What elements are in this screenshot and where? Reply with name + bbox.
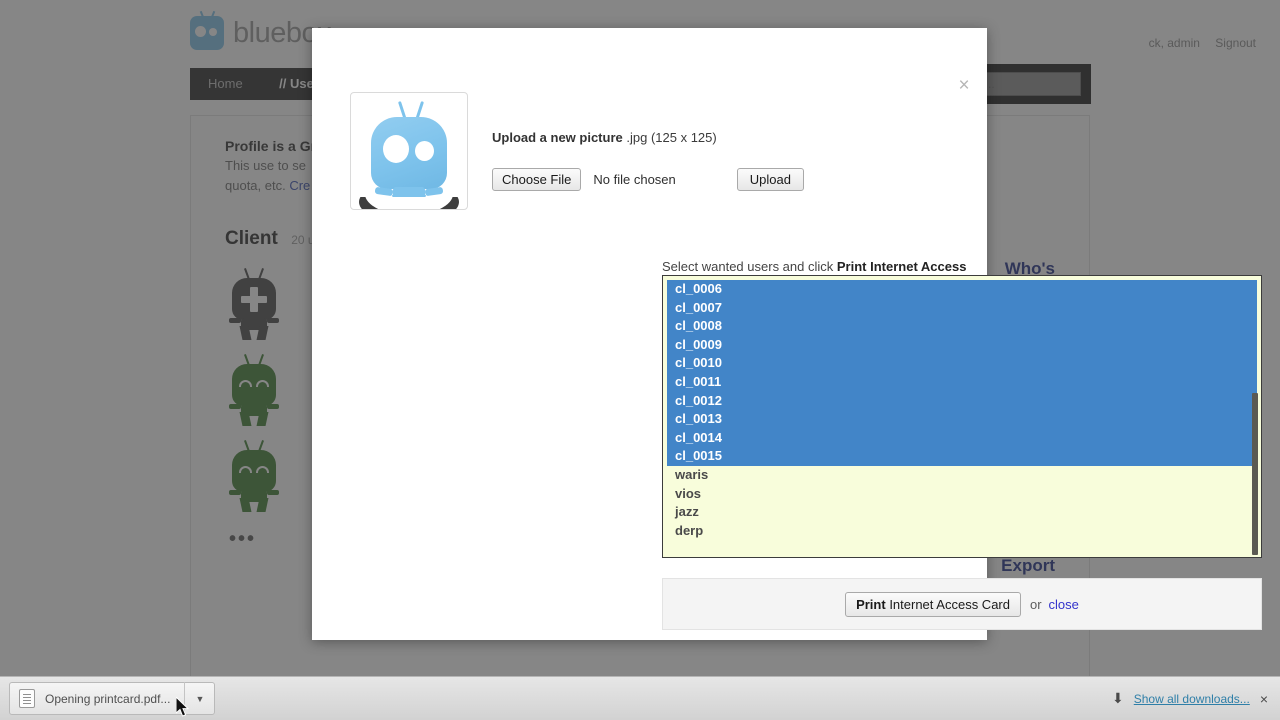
upload-title: Upload a new picture .jpg (125 x 125) [492,130,804,145]
list-item[interactable]: cl_0008 [667,317,1257,336]
show-all-downloads-link[interactable]: Show all downloads... [1134,692,1250,706]
list-item[interactable]: cl_0009 [667,335,1257,355]
download-bar-right: ⬇ Show all downloads... × [1112,690,1280,707]
download-file-label: Opening printcard.pdf... [45,691,171,706]
print-label-rest: Internet Access Card [885,596,1010,612]
list-item[interactable]: cl_0013 [667,410,1257,429]
close-download-bar-icon[interactable]: × [1260,691,1268,707]
download-arrow-icon: ⬇ [1112,690,1124,706]
avatar-thumbnail[interactable] [350,92,468,210]
list-item[interactable]: cl_0011 [667,372,1257,392]
list-item[interactable]: jazz [667,503,1257,522]
upload-button[interactable]: Upload [736,168,804,191]
user-list: cl_0006 cl_0007 cl_0008 cl_0009 cl_0010 cl_00… [667,280,1257,553]
pdf-file-icon [19,689,35,708]
upload-section: Upload a new picture .jpg (125 x 125) Ch… [350,92,804,210]
list-item[interactable]: cl_0015 [667,447,1257,466]
print-label-bold: Print [856,596,886,612]
user-multiselect-listbox[interactable]: cl_0006 cl_0007 cl_0008 cl_0009 cl_0010 cl_00… [662,275,1262,558]
close-link[interactable]: close [1049,597,1079,612]
upload-spec: .jpg (125 x 125) [626,130,717,145]
blue-robot-avatar-icon [359,101,459,209]
or-label: or [1029,596,1042,612]
download-item[interactable]: Opening printcard.pdf... ▼ [9,682,216,715]
list-item[interactable]: cl_0012 [667,391,1257,411]
chevron-down-icon[interactable]: ▼ [184,682,214,715]
list-item[interactable]: cl_0007 [667,298,1257,318]
list-item[interactable]: waris [667,466,1257,485]
no-file-chosen-label: No file chosen [593,172,676,187]
download-bar: Opening printcard.pdf... ▼ ⬇ Show all do… [0,676,1280,720]
file-input-row: Choose File No file chosen Upload [492,168,804,191]
listbox-scrollbar-thumb[interactable] [1252,393,1258,555]
list-item[interactable]: cl_0014 [667,428,1257,448]
list-item[interactable]: cl_0010 [667,354,1257,373]
upload-and-print-modal: × Upload a new picture .jpg (125 x 125) [312,28,1262,640]
upload-title-text: Upload a new picture [492,130,623,145]
hint-prefix: Select wanted users and click [662,259,837,274]
choose-file-button[interactable]: Choose File [492,168,582,191]
modal-footer: Print Internet Access Card or close [662,578,1262,630]
list-item[interactable]: vios [667,485,1257,504]
browser-viewport: bluebox ck, admin Signout Home // User P… [0,0,1280,676]
list-item[interactable]: derp [667,522,1257,541]
print-internet-access-card-button[interactable]: Print Internet Access Card [845,591,1021,617]
close-icon[interactable]: × [953,76,975,98]
list-item[interactable]: cl_0006 [667,280,1257,299]
